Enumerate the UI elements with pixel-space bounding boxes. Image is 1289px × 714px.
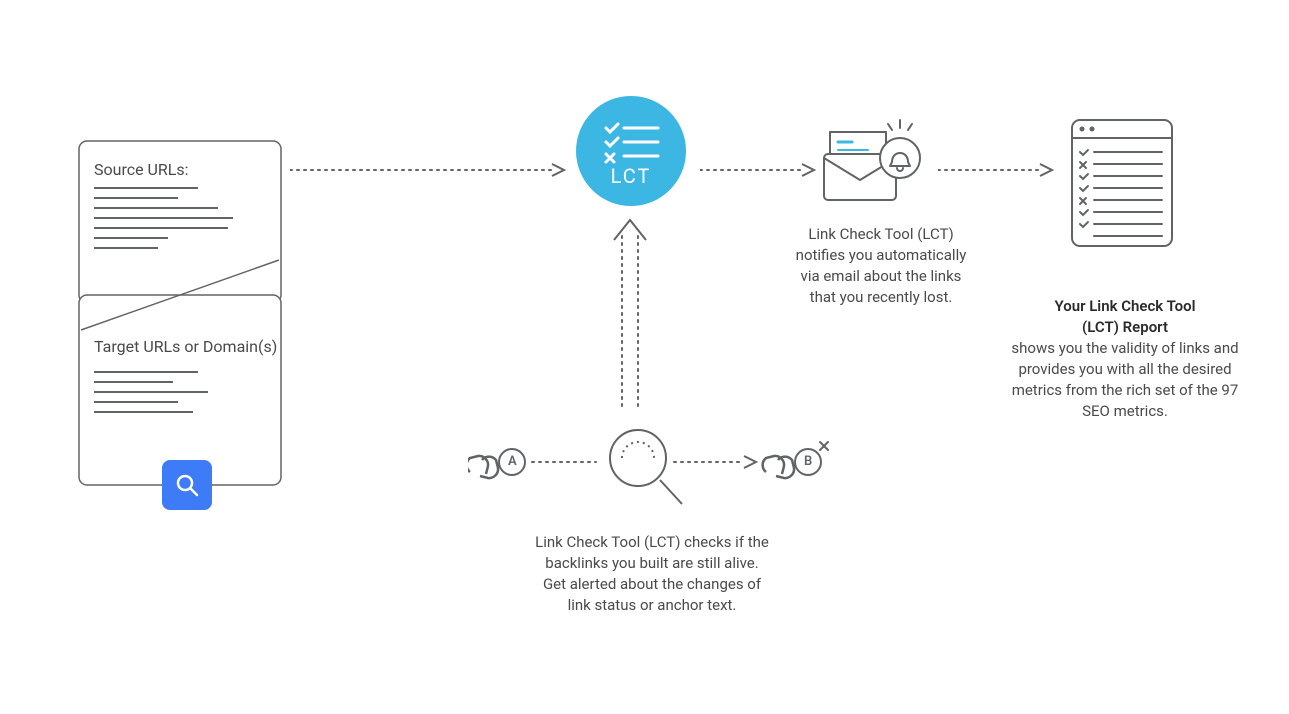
arrow-input-to-lct-icon	[290, 160, 570, 180]
lct-badge: LCT	[576, 96, 686, 206]
arrow-lct-to-mail-icon	[700, 160, 820, 180]
arrow-check-to-lct-icon	[610, 216, 650, 416]
report-title-l2: (LCT) Report	[1082, 318, 1168, 336]
checklist-icon	[576, 96, 686, 206]
check-caption: Link Check Tool (LCT) checks if the back…	[512, 532, 792, 616]
report-caption-l2: provides you with all the desired	[1018, 360, 1231, 378]
check-caption-l3: Get alerted about the changes of	[543, 575, 761, 593]
report-caption-l4: SEO metrics.	[1082, 402, 1168, 420]
source-urls-label: Source URLs:	[94, 160, 189, 179]
link-b-label: B	[804, 454, 812, 469]
search-icon	[174, 472, 200, 498]
report-caption: Your Link Check Tool (LCT) Report shows …	[1000, 296, 1250, 422]
link-check-row-svg	[468, 428, 838, 512]
check-caption-l1: Link Check Tool (LCT) checks if the	[535, 533, 769, 551]
input-card-svg	[78, 140, 282, 490]
mail-bell-icon	[822, 118, 932, 208]
link-check-row: A B	[468, 428, 838, 512]
report-caption-l3: metrics from the rich set of the 97	[1012, 381, 1239, 399]
notify-caption-l3: via email about the links	[801, 267, 962, 285]
input-card: Source URLs: Target URLs or Domain(s)	[78, 140, 282, 490]
search-button[interactable]	[162, 460, 212, 510]
report-icon	[1070, 118, 1174, 248]
link-a-label: A	[508, 454, 517, 469]
notify-caption-l2: notifies you automatically	[796, 246, 967, 264]
notify-caption-l1: Link Check Tool (LCT)	[808, 225, 953, 243]
report-title-l1: Your Link Check Tool	[1054, 297, 1195, 315]
notify-caption-l4: that you recently lost.	[810, 288, 953, 306]
target-urls-label: Target URLs or Domain(s)	[94, 337, 277, 356]
check-caption-l4: link status or anchor text.	[568, 596, 737, 614]
report-card	[1070, 118, 1174, 248]
report-caption-l1: shows you the validity of links and	[1011, 339, 1238, 357]
notify-caption: Link Check Tool (LCT) notifies you autom…	[786, 224, 976, 308]
mail-notify	[822, 118, 932, 208]
arrow-mail-to-report-icon	[938, 160, 1058, 180]
lct-badge-text: LCT	[576, 164, 686, 188]
lct-diagram: Source URLs: Target URLs or Domain(s)	[0, 0, 1289, 714]
check-caption-l2: backlinks you built are still alive.	[545, 554, 758, 572]
